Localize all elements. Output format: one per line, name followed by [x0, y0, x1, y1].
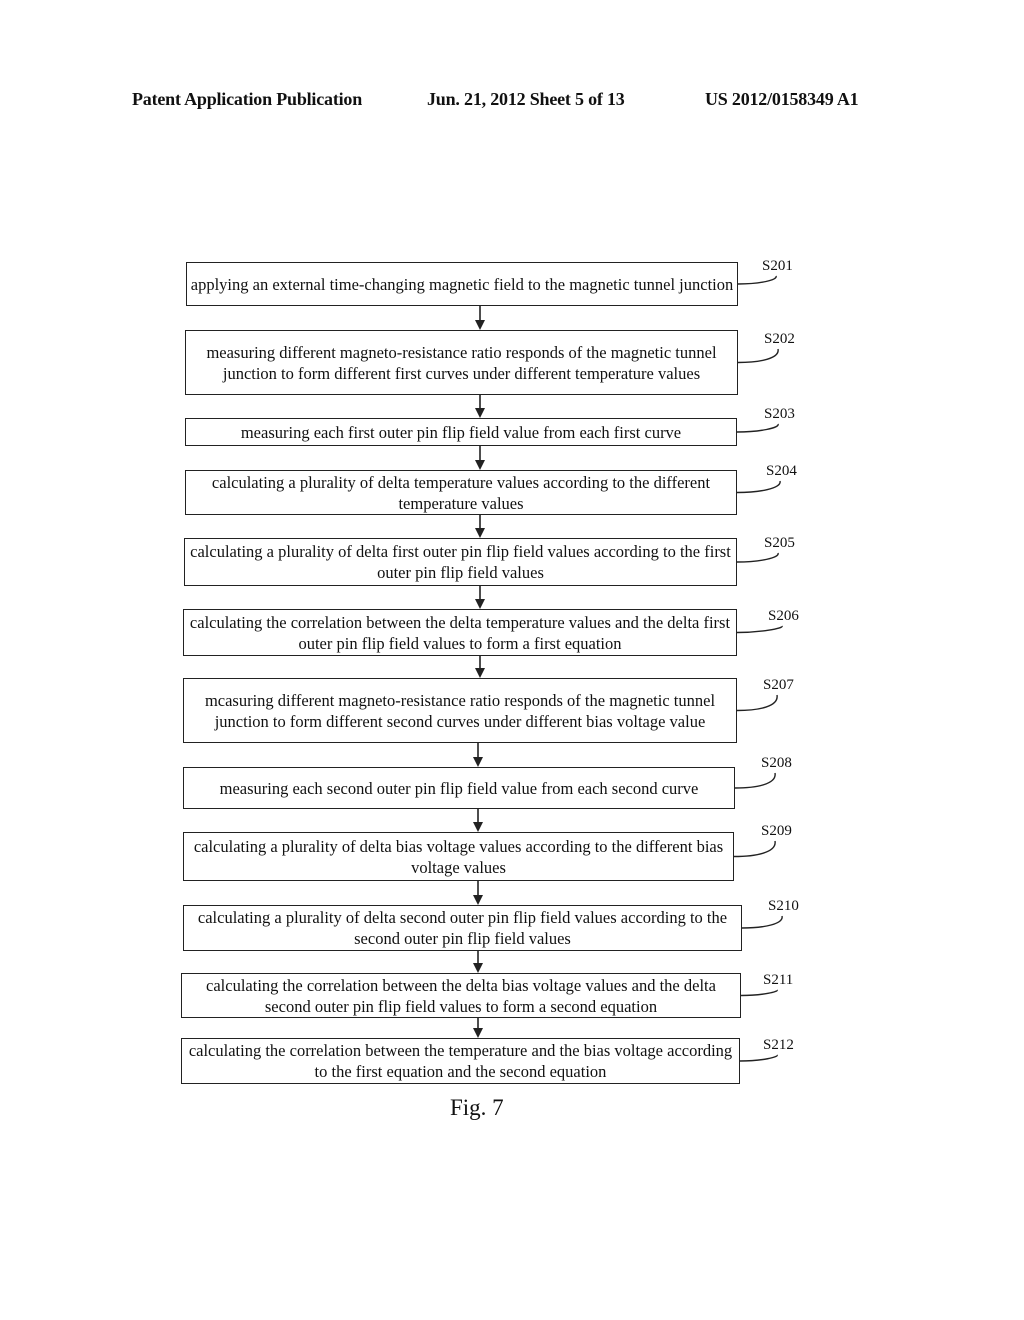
step-label-s203: S203 — [764, 406, 795, 422]
step-text: calculating the correlation between the … — [206, 975, 716, 1016]
arrow-head-icon — [473, 963, 483, 973]
arrow-head-icon — [473, 1028, 483, 1038]
leader-line — [736, 480, 781, 494]
arrow-head-icon — [475, 668, 485, 678]
step-label-s205: S205 — [764, 535, 795, 551]
step-box-s212: calculating the correlation between the … — [181, 1038, 740, 1084]
step-text: calculating a plurality of delta first o… — [190, 542, 731, 582]
arrow-head-icon — [473, 757, 483, 767]
leader-line — [736, 423, 779, 433]
leader-line — [737, 348, 779, 364]
arrow-head-icon — [473, 822, 483, 832]
step-box-s204: calculating a plurality of delta tempera… — [185, 470, 737, 515]
step-text: measuring different magneto-resistance r… — [206, 342, 717, 383]
step-text: applying an external time-changing magne… — [190, 274, 734, 294]
step-label-s206: S206 — [768, 608, 799, 624]
flow-connectors — [473, 275, 783, 1062]
leader-line — [739, 1054, 778, 1062]
step-box-s203: measuring each first outer pin flip fiel… — [185, 418, 737, 446]
leader-line — [736, 552, 779, 563]
step-box-s210: calculating a plurality of delta second … — [183, 905, 742, 951]
step-text: calculating the correlation between the … — [188, 1041, 733, 1081]
step-box-s209: calculating a plurality of delta bias vo… — [183, 832, 734, 881]
step-box-s205: calculating a plurality of delta first o… — [184, 538, 737, 586]
step-label-s208: S208 — [761, 755, 792, 771]
arrow-head-icon — [475, 460, 485, 470]
step-label-s209: S209 — [761, 823, 792, 839]
step-label-s210: S210 — [768, 898, 799, 914]
step-label-s207: S207 — [763, 677, 794, 693]
leader-line — [741, 915, 783, 929]
step-label-s212: S212 — [763, 1037, 794, 1053]
step-text: calculating a plurality of delta second … — [197, 908, 728, 948]
step-label-s202: S202 — [764, 331, 795, 347]
leader-line — [740, 989, 778, 997]
step-box-s207: mcasuring different magneto-resistance r… — [183, 678, 737, 743]
step-text: measuring each first outer pin flip fiel… — [240, 422, 682, 442]
arrow-head-icon — [473, 895, 483, 905]
step-box-s201: applying an external time-changing magne… — [186, 262, 738, 306]
leader-line — [736, 694, 778, 712]
step-label-s201: S201 — [762, 258, 793, 274]
step-text: calculating a plurality of delta tempera… — [211, 472, 711, 513]
leader-line — [733, 840, 776, 858]
step-text: mcasuring different magneto-resistance r… — [204, 690, 716, 731]
figure-caption: Fig. 7 — [450, 1095, 504, 1120]
leader-line — [734, 772, 776, 789]
leader-line — [737, 275, 777, 285]
step-text: calculating a plurality of delta bias vo… — [193, 836, 724, 877]
step-box-s202: measuring different magneto-resistance r… — [185, 330, 738, 395]
step-box-s206: calculating the correlation between the … — [183, 609, 737, 656]
arrow-head-icon — [475, 528, 485, 538]
step-box-s211: calculating the correlation between the … — [181, 973, 741, 1018]
arrow-head-icon — [475, 599, 485, 609]
arrow-head-icon — [475, 408, 485, 418]
step-text: calculating the correlation between the … — [189, 612, 731, 653]
leader-line — [736, 625, 783, 634]
step-label-s204: S204 — [766, 463, 797, 479]
step-label-s211: S211 — [763, 972, 794, 988]
arrow-head-icon — [475, 320, 485, 330]
step-text: measuring each second outer pin flip fie… — [219, 778, 699, 798]
step-box-s208: measuring each second outer pin flip fie… — [183, 767, 735, 809]
